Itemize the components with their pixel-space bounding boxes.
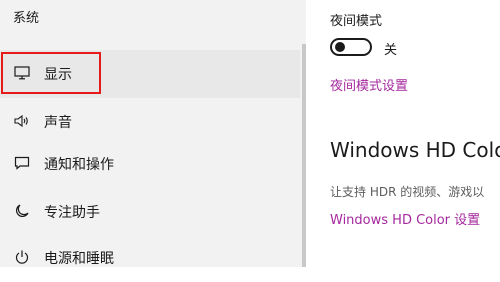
moon-icon [14, 203, 30, 219]
sidebar-item-focus-assist[interactable]: 专注助手 [0, 188, 300, 236]
hd-color-settings-link[interactable]: Windows HD Color 设置 [330, 209, 480, 228]
sidebar-section-title: 系统 [13, 11, 40, 26]
sidebar-item-display[interactable]: 显示 [0, 50, 300, 98]
night-mode-settings-link[interactable]: 夜间模式设置 [330, 75, 408, 94]
power-icon [14, 249, 30, 265]
selection-highlight-box [1, 52, 101, 94]
hd-color-title: Windows HD Color [330, 138, 500, 162]
toggle-knob [335, 42, 345, 52]
night-mode-label: 夜间模式 [330, 14, 383, 29]
night-mode-toggle-state: 关 [384, 43, 398, 58]
hd-color-description: 让支持 HDR 的视频、游戏以 [330, 185, 485, 199]
sidebar-item-power-sleep[interactable]: 电源和睡眠 [0, 234, 300, 282]
display-settings-panel: 夜间模式 关 夜间模式设置 Windows HD Color 让支持 HDR 的… [306, 0, 500, 267]
sidebar-item-sound[interactable]: 声音 [0, 98, 300, 146]
notification-icon [14, 155, 30, 171]
settings-sidebar: 系统 显示 声音 通知和操作 专注助手 电源和睡眠 [0, 0, 306, 267]
speaker-icon [14, 113, 30, 129]
sidebar-item-notifications[interactable]: 通知和操作 [0, 140, 300, 188]
sidebar-item-label: 声音 [44, 115, 72, 131]
sidebar-item-label: 专注助手 [44, 205, 100, 221]
sidebar-item-label: 电源和睡眠 [44, 251, 114, 267]
sidebar-item-label: 通知和操作 [44, 157, 114, 173]
night-mode-toggle[interactable] [330, 38, 372, 56]
